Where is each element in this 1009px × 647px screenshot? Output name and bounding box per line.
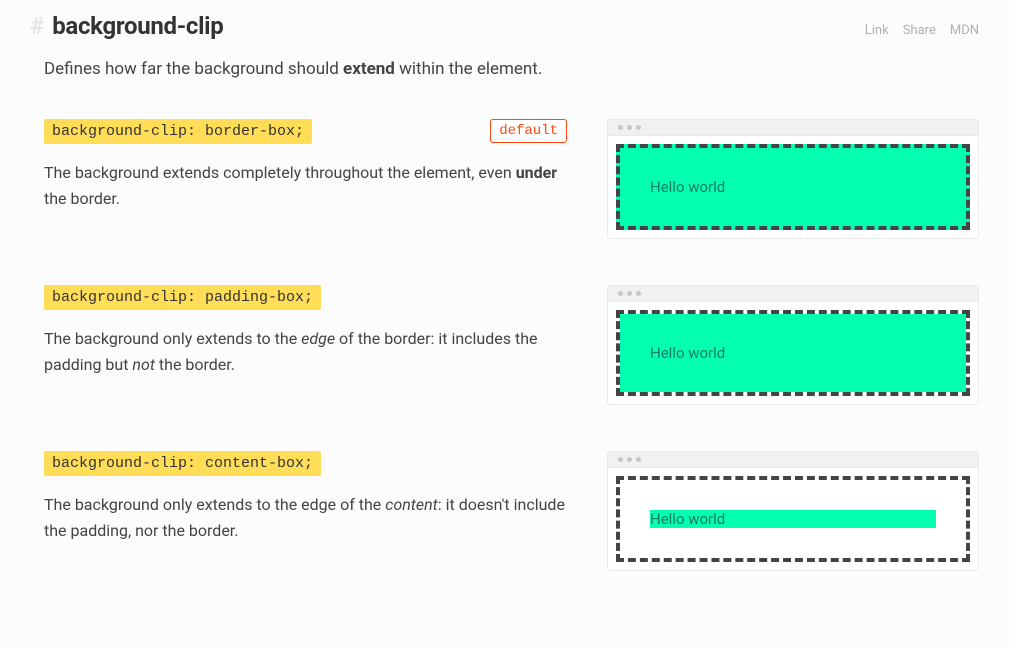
default-badge: default bbox=[490, 119, 567, 143]
mdn-link[interactable]: MDN bbox=[950, 23, 979, 38]
preview-window-header bbox=[608, 286, 978, 302]
window-dot-icon bbox=[636, 457, 641, 462]
window-dot-icon bbox=[618, 291, 623, 296]
code-snippet: background-clip: content-box; bbox=[44, 451, 321, 476]
link-link[interactable]: Link bbox=[865, 23, 889, 38]
code-snippet: background-clip: padding-box; bbox=[44, 285, 321, 310]
demo-element: Hello world bbox=[616, 310, 970, 396]
window-dot-icon bbox=[636, 125, 641, 130]
share-link[interactable]: Share bbox=[903, 23, 936, 38]
window-dot-icon bbox=[627, 457, 632, 462]
anchor-hash[interactable]: # bbox=[30, 12, 44, 40]
example-description: The background only extends to the edge … bbox=[44, 326, 567, 377]
window-dot-icon bbox=[618, 457, 623, 462]
header-links: Link Share MDN bbox=[865, 23, 979, 38]
window-dot-icon bbox=[627, 291, 632, 296]
preview-card: Hello world bbox=[607, 119, 979, 239]
preview-card: Hello world bbox=[607, 451, 979, 571]
demo-element: Hello world bbox=[616, 476, 970, 562]
example-description: The background extends completely throug… bbox=[44, 160, 567, 211]
window-dot-icon bbox=[618, 125, 623, 130]
window-dot-icon bbox=[627, 125, 632, 130]
preview-window-header bbox=[608, 120, 978, 136]
preview-window-header bbox=[608, 452, 978, 468]
intro-text: Defines how far the background should ex… bbox=[44, 56, 979, 83]
page-title: background-clip bbox=[52, 12, 223, 40]
window-dot-icon bbox=[636, 291, 641, 296]
example-description: The background only extends to the edge … bbox=[44, 492, 567, 543]
demo-element: Hello world bbox=[616, 144, 970, 230]
code-snippet: background-clip: border-box; bbox=[44, 119, 312, 144]
preview-card: Hello world bbox=[607, 285, 979, 405]
